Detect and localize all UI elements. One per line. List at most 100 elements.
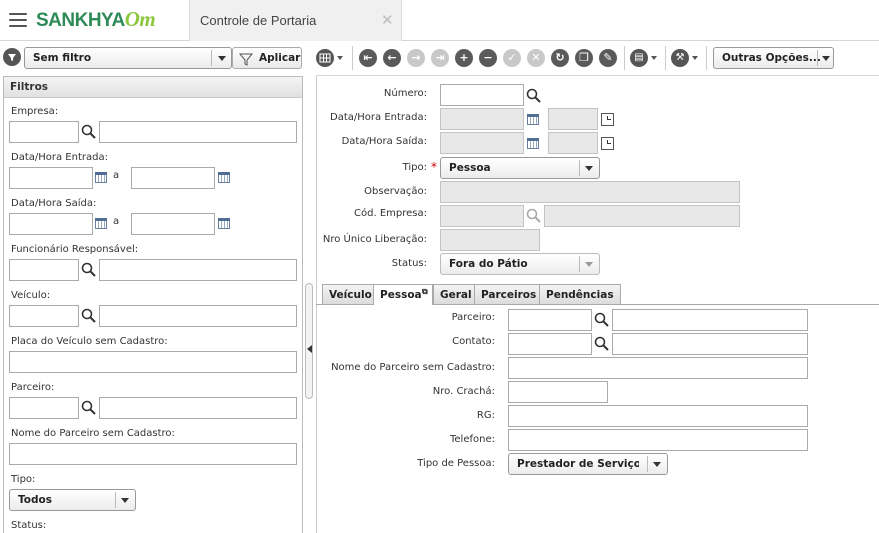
search-icon[interactable] — [81, 400, 97, 416]
veiculo-name-input[interactable] — [99, 305, 297, 327]
report-menu-button[interactable]: ▤ — [630, 49, 660, 67]
calendar-icon[interactable] — [95, 218, 107, 229]
popout-icon[interactable]: ⧉ — [422, 287, 428, 297]
attach-icon[interactable]: ✎ — [599, 49, 617, 67]
nro-unico-input[interactable] — [440, 229, 540, 251]
entrada-date-input[interactable] — [440, 108, 524, 130]
tab-active-cover — [374, 304, 432, 305]
empresa-label: Empresa: — [11, 106, 59, 117]
next-record-icon[interactable]: → — [407, 49, 425, 67]
tab-veiculo[interactable]: Veículo — [322, 284, 379, 304]
numero-input[interactable] — [440, 84, 524, 106]
remove-record-icon[interactable]: − — [479, 49, 497, 67]
filter-entrada-from-input[interactable] — [9, 167, 93, 189]
tab-geral[interactable]: Geral — [433, 284, 479, 304]
apply-filter-button[interactable]: Aplicar — [232, 47, 302, 69]
clock-icon[interactable] — [601, 113, 614, 126]
grid-view-button[interactable] — [316, 48, 346, 68]
calendar-icon[interactable] — [95, 172, 107, 183]
duplicate-icon[interactable]: ❐ — [575, 49, 593, 67]
collapse-arrow-icon[interactable] — [307, 345, 312, 353]
empresa-desc-input[interactable] — [544, 205, 740, 227]
calendar-icon[interactable] — [527, 114, 539, 125]
contato-name-input[interactable] — [612, 333, 808, 355]
tools-menu-button[interactable]: ⚒ — [671, 49, 701, 67]
tab-parceiros[interactable]: Parceiros — [474, 284, 544, 304]
veiculo-code-input[interactable] — [9, 305, 79, 327]
filter-tipo-select[interactable]: Todos — [9, 489, 136, 511]
contato-label: Contato: — [452, 336, 495, 347]
toolbar-separator — [706, 46, 707, 70]
save-check-icon[interactable]: ✓ — [503, 49, 521, 67]
search-icon[interactable] — [81, 124, 97, 140]
cancel-x-icon[interactable]: ✕ — [527, 49, 545, 67]
filter-entrada-to-input[interactable] — [131, 167, 215, 189]
refresh-icon[interactable]: ↻ — [551, 49, 569, 67]
filter-status-label: Status: — [11, 520, 47, 531]
observacao-input[interactable] — [440, 181, 740, 203]
chevron-down-icon — [121, 498, 129, 503]
pessoa-nome-parceiro-input[interactable] — [508, 357, 808, 379]
cod-empresa-input[interactable] — [440, 205, 524, 227]
pessoa-parceiro-label: Parceiro: — [451, 312, 495, 323]
funcionario-code-input[interactable] — [9, 259, 79, 281]
search-icon[interactable] — [594, 336, 610, 352]
entrada-label: Data/Hora Entrada: — [330, 112, 427, 123]
saida-time-input[interactable] — [548, 132, 598, 154]
filter-parceiro-code-input[interactable] — [9, 397, 79, 419]
filter-saida-label: Data/Hora Saída: — [11, 198, 97, 209]
filter-nome-parceiro-input[interactable] — [9, 443, 297, 465]
veiculo-label: Veículo: — [11, 290, 51, 301]
rg-input[interactable] — [508, 405, 808, 427]
sankhya-logo: SANKHYAOm — [36, 7, 156, 31]
pessoa-parceiro-name-input[interactable] — [612, 309, 808, 331]
saida-date-input[interactable] — [440, 132, 524, 154]
first-record-icon[interactable]: ⇤ — [359, 49, 377, 67]
filter-entrada-label: Data/Hora Entrada: — [11, 152, 108, 163]
search-icon[interactable] — [526, 208, 542, 224]
filters-title-bar: Filtros — [4, 77, 302, 98]
chevron-down-icon — [218, 56, 226, 61]
filter-icon-button[interactable] — [3, 48, 21, 66]
filter-parceiro-name-input[interactable] — [99, 397, 297, 419]
filter-saida-to-input[interactable] — [131, 213, 215, 235]
clock-icon[interactable] — [601, 137, 614, 150]
toolbar-bottom-line — [316, 75, 879, 76]
placa-input[interactable] — [9, 351, 297, 373]
tipo-select[interactable]: Pessoa — [440, 157, 600, 179]
telefone-input[interactable] — [508, 429, 808, 451]
empresa-name-input[interactable] — [99, 121, 297, 143]
close-icon[interactable]: ✕ — [381, 11, 394, 29]
filter-saida-from-input[interactable] — [9, 213, 93, 235]
app-tab[interactable]: Controle de Portaria ✕ — [189, 0, 402, 41]
observacao-label: Observação: — [364, 186, 427, 197]
entrada-time-input[interactable] — [548, 108, 598, 130]
filter-select[interactable]: Sem filtro — [24, 47, 232, 69]
tab-pendencias[interactable]: Pendências — [539, 284, 621, 304]
search-icon[interactable] — [81, 308, 97, 324]
search-icon[interactable] — [526, 88, 542, 104]
add-record-icon[interactable]: + — [455, 49, 473, 67]
search-icon[interactable] — [81, 262, 97, 278]
calendar-icon[interactable] — [218, 172, 230, 183]
panel-splitter[interactable] — [305, 283, 313, 399]
tipo-pessoa-label: Tipo de Pessoa: — [417, 458, 495, 469]
contato-code-input[interactable] — [508, 333, 592, 355]
cracha-input[interactable] — [508, 381, 608, 403]
last-record-icon[interactable]: ⇥ — [431, 49, 449, 67]
status-select[interactable]: Fora do Pátio — [440, 253, 600, 275]
hamburger-menu-icon[interactable] — [9, 13, 27, 27]
tipo-pessoa-select[interactable]: Prestador de Serviços — [508, 453, 668, 475]
tab-pessoa[interactable]: Pessoa ⧉ — [373, 284, 433, 305]
previous-record-icon[interactable]: ← — [383, 49, 401, 67]
search-icon[interactable] — [594, 312, 610, 328]
app-header: SANKHYAOm Controle de Portaria ✕ — [0, 0, 879, 41]
pessoa-parceiro-code-input[interactable] — [508, 309, 592, 331]
calendar-icon[interactable] — [218, 218, 230, 229]
funcionario-name-input[interactable] — [99, 259, 297, 281]
calendar-icon[interactable] — [527, 138, 539, 149]
toolbar-separator — [665, 46, 666, 70]
required-marker: * — [431, 160, 437, 174]
empresa-code-input[interactable] — [9, 121, 79, 143]
more-options-button[interactable]: Outras Opções... — [713, 47, 834, 69]
